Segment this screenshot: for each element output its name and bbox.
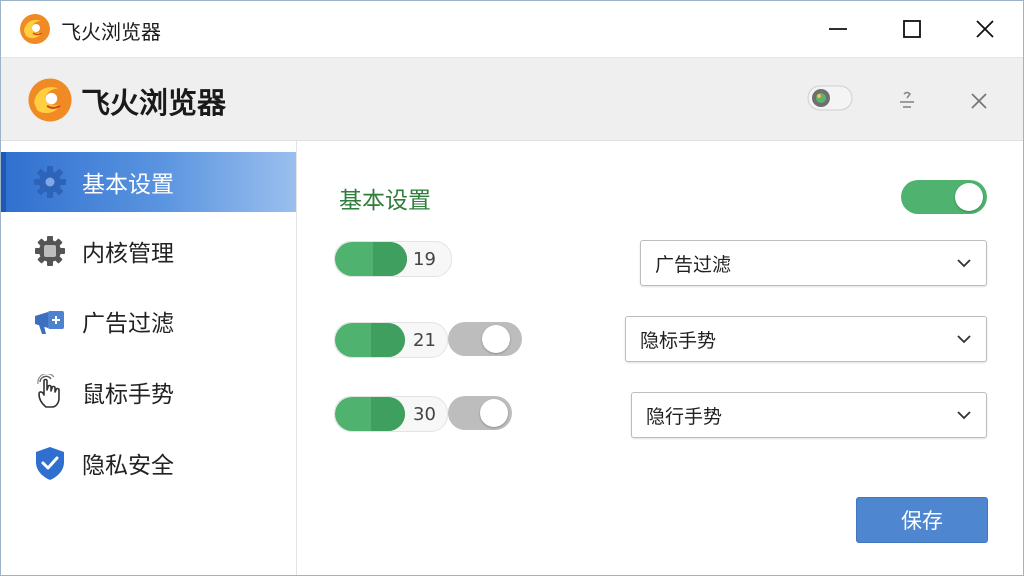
close-panel-button[interactable]: [963, 85, 995, 117]
stepper-fill: [335, 323, 405, 357]
maximize-icon: [903, 20, 921, 38]
gesture-select-1[interactable]: 隐标手势: [625, 316, 987, 362]
row-2-toggle[interactable]: [448, 322, 522, 356]
select-value: 隐标手势: [640, 329, 717, 352]
gesture-select-2[interactable]: 隐行手势: [631, 392, 987, 438]
value-stepper-1[interactable]: 19: [334, 241, 452, 277]
toggle-knob: [955, 183, 983, 211]
close-icon: [971, 93, 987, 109]
chevron-down-icon: [957, 259, 971, 268]
window-title: 飞火浏览器: [61, 20, 161, 44]
sidebar: 基本设置 内核管理 广告过滤 鼠标手势 隐私安全: [1, 141, 297, 575]
save-button[interactable]: 保存: [856, 497, 988, 543]
select-value: 广告过滤: [655, 253, 732, 276]
gear-icon: [30, 162, 70, 202]
megaphone-icon: [30, 301, 70, 341]
chevron-down-icon: [957, 411, 971, 420]
chevron-down-icon: [957, 335, 971, 344]
select-value: 隐行手势: [646, 405, 723, 428]
toggle-knob: [480, 399, 508, 427]
maximize-button[interactable]: [890, 11, 934, 47]
minimize-icon: [829, 28, 847, 30]
hand-pointer-icon: [30, 372, 70, 412]
app-logo-icon: [20, 14, 50, 44]
app-window: 飞火浏览器 飞火浏览器 基本设置 内核管理 广告过滤 鼠标手势 隐私安全 基本设…: [0, 0, 1024, 576]
sidebar-item-ad-filter[interactable]: 广告过滤: [1, 291, 296, 351]
stepper-fill: [335, 397, 405, 431]
row-3-toggle[interactable]: [448, 396, 512, 430]
sidebar-item-privacy-security[interactable]: 隐私安全: [1, 433, 296, 493]
window-title-bar: 飞火浏览器: [1, 1, 1023, 58]
sidebar-item-label: 广告过滤: [82, 311, 174, 337]
sidebar-item-mouse-gesture[interactable]: 鼠标手势: [1, 362, 296, 422]
app-title: 飞火浏览器: [81, 86, 227, 120]
stepper-value: 19: [413, 248, 436, 270]
shield-check-icon: [30, 443, 70, 483]
app-header: 飞火浏览器: [1, 58, 1023, 141]
sidebar-item-label: 内核管理: [82, 241, 174, 267]
settings-panel: 基本设置 19 广告过滤 21 隐标手势 30 隐行手势 保存: [297, 141, 1023, 575]
sidebar-item-kernel-management[interactable]: 内核管理: [1, 221, 296, 281]
theme-toggle-icon: [807, 85, 853, 111]
minimize-button[interactable]: [816, 11, 860, 47]
section-title: 基本设置: [339, 188, 431, 214]
theme-toggle[interactable]: [806, 83, 854, 113]
toggle-knob: [482, 325, 510, 353]
sidebar-item-label: 鼠标手势: [82, 382, 174, 408]
stepper-fill: [335, 242, 407, 276]
sidebar-item-label: 基本设置: [82, 172, 174, 198]
chip-icon: [30, 231, 70, 271]
collapse-button[interactable]: [891, 85, 923, 117]
stepper-value: 30: [413, 403, 436, 425]
close-icon: [976, 20, 994, 38]
app-logo-icon: [28, 78, 72, 122]
master-toggle[interactable]: [901, 180, 987, 214]
close-window-button[interactable]: [963, 11, 1007, 47]
collapse-icon: [900, 91, 914, 108]
stepper-value: 21: [413, 329, 436, 351]
sidebar-item-label: 隐私安全: [82, 453, 174, 479]
value-stepper-2[interactable]: 21: [334, 322, 448, 358]
value-stepper-3[interactable]: 30: [334, 396, 448, 432]
ad-filter-select[interactable]: 广告过滤: [640, 240, 987, 286]
sidebar-item-basic-settings[interactable]: 基本设置: [1, 152, 296, 212]
